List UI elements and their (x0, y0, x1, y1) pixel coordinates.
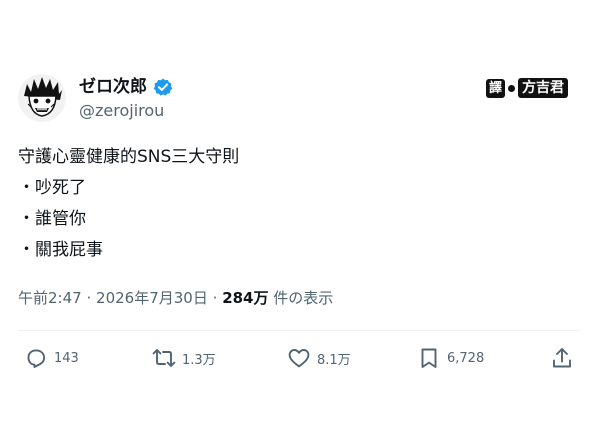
tweet-line: ・誰管你 (18, 209, 86, 229)
share-button[interactable] (550, 344, 574, 372)
share-icon (553, 348, 571, 368)
bookmark-count: 6,728 (447, 350, 485, 366)
reply-count: 143 (54, 350, 79, 366)
retweet-icon (152, 349, 176, 367)
tweet-line: ・吵死了 (18, 178, 86, 198)
meta-separator: · (86, 289, 92, 307)
action-bar: 143 1.3万 8.1万 6,728 (18, 344, 580, 372)
views-count[interactable]: 284万 (222, 289, 268, 307)
bookmark-button[interactable]: 6,728 (417, 344, 484, 372)
like-button[interactable]: 8.1万 (287, 344, 351, 372)
translator-name: 方吉君 (518, 78, 569, 98)
reply-button[interactable]: 143 (24, 344, 79, 372)
tweet-line: ・關我屁事 (18, 240, 103, 260)
author-name-row: ゼロ次郎 (79, 76, 173, 98)
manga-face-avatar-icon (18, 74, 66, 122)
retweet-button[interactable]: 1.3万 (152, 344, 216, 372)
tweet-line: 守護心靈健康的SNS三大守則 (18, 147, 240, 167)
tweet-meta: 午前2:47 · 2026年7月30日 · 284万 件の表示 (18, 288, 333, 308)
tweet-time[interactable]: 午前2:47 (18, 289, 82, 307)
retweet-count: 1.3万 (182, 352, 216, 368)
translator-credit: 譯 方吉君 (486, 78, 569, 98)
translator-label: 譯 (486, 78, 506, 98)
author-handle[interactable]: @zerojirou (79, 101, 164, 121)
avatar[interactable] (18, 74, 66, 122)
tweet-date[interactable]: 2026年7月30日 (96, 289, 208, 307)
divider (18, 330, 580, 331)
dot-separator-icon (508, 84, 516, 92)
tweet-text: 守護心靈健康的SNS三大守則 ・吵死了 ・誰管你 ・關我屁事 (18, 142, 578, 266)
tweet-card: ゼロ次郎 @zerojirou 譯 方吉君 守護心靈健康的SNS三大守則 ・吵死… (0, 0, 598, 448)
bookmark-icon (421, 348, 437, 368)
like-count: 8.1万 (317, 352, 351, 368)
views-label[interactable]: 件の表示 (273, 289, 333, 307)
reply-icon (27, 349, 46, 368)
author-display-name[interactable]: ゼロ次郎 (79, 76, 147, 98)
verified-check-icon (153, 77, 173, 97)
heart-icon (288, 349, 310, 368)
meta-separator: · (212, 289, 218, 307)
